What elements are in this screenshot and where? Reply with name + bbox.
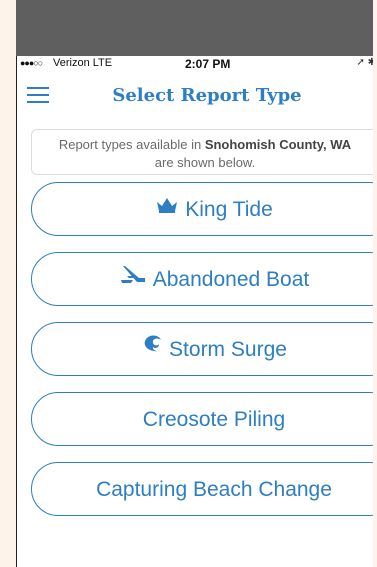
navigation-bar: Select Report Type <box>17 74 377 118</box>
king-tide-button[interactable]: King Tide <box>31 182 377 236</box>
county-name: Snohomish County, WA <box>204 137 352 152</box>
left-bezel <box>0 0 16 567</box>
status-bar: ●●●○○ Verizon LTE 2:07 PM ➚ ✱ <box>17 56 377 72</box>
capturing-beach-change-button[interactable]: Capturing Beach Change <box>31 462 377 516</box>
menu-icon[interactable] <box>27 87 49 103</box>
info-notice: Report types available in Snohomish Coun… <box>31 129 377 175</box>
signal-strength-icon: ●●●○○ <box>20 58 43 68</box>
report-type-label: Storm Surge <box>169 337 287 361</box>
device-frame: ●●●○○ Verizon LTE 2:07 PM ➚ ✱ Select Rep… <box>0 0 377 567</box>
info-suffix: are shown below. <box>154 155 256 170</box>
report-type-label: King Tide <box>185 197 273 221</box>
report-type-label: Capturing Beach Change <box>96 477 332 501</box>
clock: 2:07 PM <box>185 57 231 71</box>
top-bezel <box>16 0 377 56</box>
report-type-label: Abandoned Boat <box>152 267 310 291</box>
right-bezel <box>373 0 377 567</box>
report-type-label: Creosote Piling <box>142 407 286 431</box>
sinking-boat-icon <box>119 252 147 303</box>
abandoned-boat-button[interactable]: Abandoned Boat <box>31 252 377 306</box>
wave-icon <box>141 322 163 373</box>
page-title: Select Report Type <box>112 85 302 106</box>
phone-screen: ●●●○○ Verizon LTE 2:07 PM ➚ ✱ Select Rep… <box>16 56 377 567</box>
crown-icon <box>155 182 179 233</box>
carrier-label: Verizon LTE <box>53 57 113 69</box>
creosote-piling-button[interactable]: Creosote Piling <box>31 392 377 446</box>
storm-surge-button[interactable]: Storm Surge <box>31 322 377 376</box>
info-prefix: Report types available in <box>58 137 205 152</box>
